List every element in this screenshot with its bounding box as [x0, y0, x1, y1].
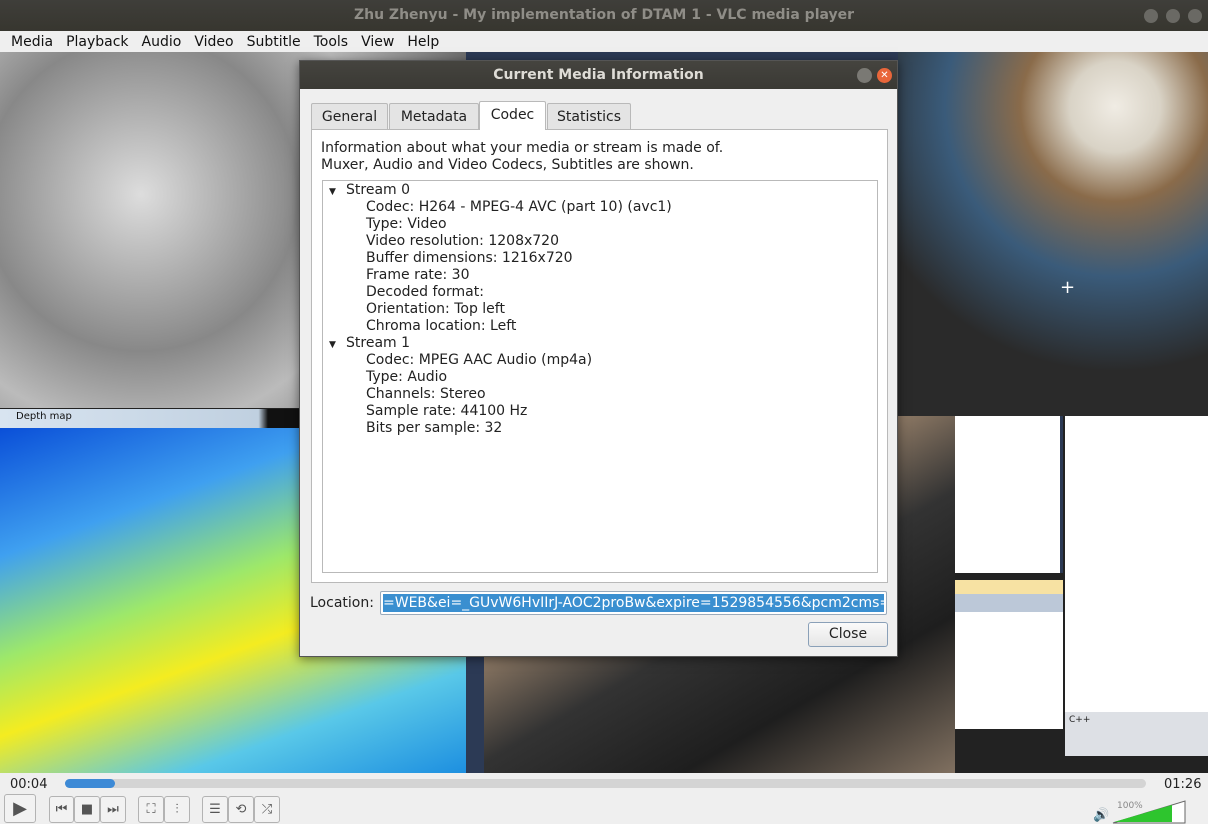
tree-property: Buffer dimensions: 1216x720 — [366, 250, 573, 266]
stop-button[interactable]: ■ — [74, 796, 100, 823]
tree-property: Type: Audio — [366, 369, 448, 385]
fullscreen-button[interactable]: ⛶ — [138, 796, 164, 823]
description-line-2: Muxer, Audio and Video Codecs, Subtitles… — [321, 157, 694, 173]
location-label: Location: — [310, 595, 374, 611]
menu-view[interactable]: View — [361, 31, 394, 53]
seek-progress — [65, 779, 115, 788]
stream-name: Stream 1 — [346, 335, 411, 351]
ide-language-label: C++ — [1069, 715, 1091, 725]
menu-bar: Media Playback Audio Video Subtitle Tool… — [0, 31, 1208, 53]
tree-property: Orientation: Top left — [366, 301, 505, 317]
ide-output-panel — [955, 612, 1063, 729]
ide-panel-header — [955, 580, 1063, 594]
tree-property: Codec: MPEG AAC Audio (mp4a) — [366, 352, 593, 368]
ide-language-box: C++ — [1065, 712, 1208, 756]
tree-property: Frame rate: 30 — [366, 267, 470, 283]
tree-stream-node[interactable]: ▼ Stream 1 — [323, 335, 877, 352]
close-window-button[interactable] — [1188, 9, 1202, 23]
tab-general[interactable]: General — [311, 103, 388, 130]
loop-button[interactable]: ⟲ — [228, 796, 254, 823]
dialog-title: Current Media Information — [493, 67, 704, 83]
maximize-button[interactable] — [1166, 9, 1180, 23]
total-time: 01:26 — [1164, 777, 1202, 792]
seek-bar[interactable] — [65, 779, 1146, 788]
depth-map-title: Depth map — [16, 411, 72, 422]
extended-settings-button[interactable]: ⫶ — [164, 796, 190, 823]
next-button[interactable]: ⏭ — [100, 796, 126, 823]
dialog-minimize-button[interactable] — [857, 68, 872, 83]
tree-property: Chroma location: Left — [366, 318, 517, 334]
tree-property: Video resolution: 1208x720 — [366, 233, 559, 249]
previous-button[interactable]: ⏮ — [49, 796, 74, 823]
window-titlebar: Zhu Zhenyu - My implementation of DTAM 1… — [0, 0, 1208, 31]
volume-fill — [1114, 805, 1172, 822]
tree-property: Sample rate: 44100 Hz — [366, 403, 528, 419]
window-title: Zhu Zhenyu - My implementation of DTAM 1… — [353, 7, 855, 23]
menu-audio[interactable]: Audio — [142, 31, 182, 53]
dialog-titlebar: Current Media Information — [300, 61, 897, 89]
tab-metadata[interactable]: Metadata — [389, 103, 479, 130]
camera-image-top — [898, 52, 1208, 416]
codec-tree[interactable]: ▼ Stream 0 Codec: H264 - MPEG-4 AVC (part … — [322, 180, 878, 573]
play-button[interactable]: ▶ — [4, 794, 36, 823]
menu-playback[interactable]: Playback — [66, 31, 128, 53]
elapsed-time[interactable]: 00:04 — [10, 777, 47, 792]
menu-subtitle[interactable]: Subtitle — [247, 31, 301, 53]
media-information-dialog: Current Media Information ✕ General Meta… — [299, 60, 898, 657]
ide-panel-selection — [955, 594, 1063, 612]
tree-stream-node[interactable]: ▼ Stream 0 — [323, 182, 877, 199]
shuffle-button[interactable]: ⤮ — [254, 796, 280, 823]
menu-tools[interactable]: Tools — [314, 31, 349, 53]
tree-property: Type: Video — [366, 216, 447, 232]
menu-help[interactable]: Help — [407, 31, 439, 53]
location-field[interactable]: =WEB&ei=_GUvW6HvIIrJ-AOC2proBw&expire=15… — [380, 591, 887, 615]
ide-solution-panel — [955, 416, 1063, 573]
menu-media[interactable]: Media — [11, 31, 53, 53]
stream-name: Stream 0 — [346, 182, 411, 198]
tab-codec[interactable]: Codec — [479, 101, 546, 130]
minimize-button[interactable] — [1144, 9, 1158, 23]
dialog-close-icon[interactable]: ✕ — [877, 68, 892, 83]
codec-panel: Information about what your media or str… — [311, 129, 888, 583]
tree-property: Decoded format: — [366, 284, 484, 300]
speaker-icon[interactable]: 🔊 — [1093, 808, 1109, 823]
expand-arrow-icon[interactable]: ▼ — [329, 337, 346, 354]
tree-property: Channels: Stereo — [366, 386, 486, 402]
tree-property: Bits per sample: 32 — [366, 420, 503, 436]
codec-description: Information about what your media or str… — [321, 140, 723, 174]
crosshair-icon: + — [1060, 277, 1076, 298]
playlist-button[interactable]: ☰ — [202, 796, 228, 823]
location-value: =WEB&ei=_GUvW6HvIIrJ-AOC2proBw&expire=15… — [383, 594, 884, 612]
description-line-1: Information about what your media or str… — [321, 140, 724, 156]
volume-slider[interactable] — [1112, 800, 1187, 824]
tree-property: Codec: H264 - MPEG-4 AVC (part 10) (avc1… — [366, 199, 672, 215]
expand-arrow-icon[interactable]: ▼ — [329, 184, 346, 201]
ide-editor — [1065, 416, 1208, 712]
close-button[interactable]: Close — [808, 622, 888, 647]
menu-video[interactable]: Video — [194, 31, 233, 53]
tab-statistics[interactable]: Statistics — [547, 103, 631, 130]
